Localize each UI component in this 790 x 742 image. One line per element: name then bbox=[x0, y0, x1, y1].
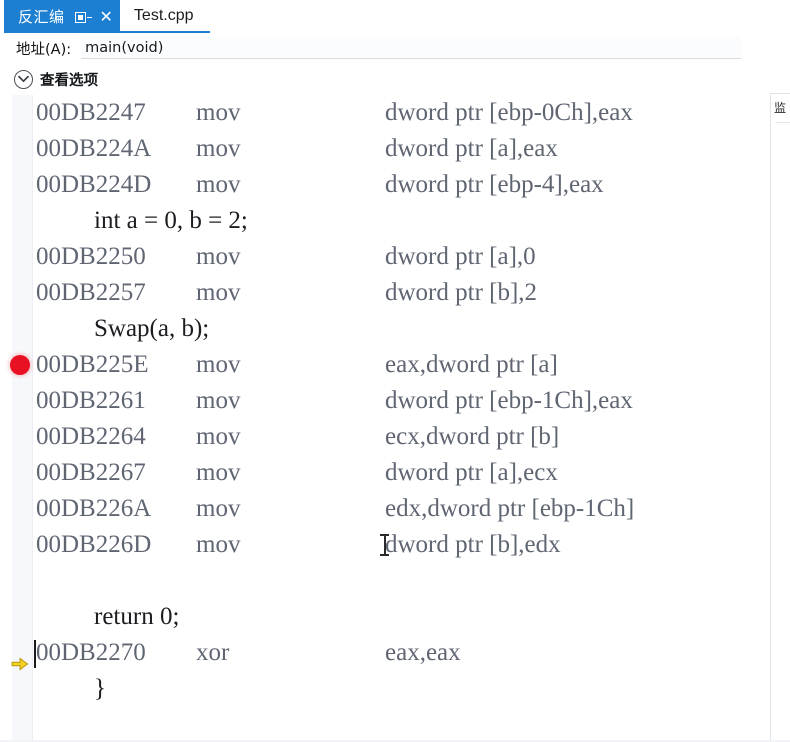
source-code-text: int a = 0, b = 2; bbox=[94, 207, 248, 234]
instruction-mnemonic: mov bbox=[196, 351, 241, 378]
instruction-pointer-icon[interactable] bbox=[11, 646, 29, 671]
instruction-address: 00DB2250 bbox=[36, 243, 146, 270]
instruction-operands: dword ptr [a],eax bbox=[385, 135, 558, 162]
code-line[interactable]: 00DB2264 mov ecx,dword ptr [b] bbox=[0, 419, 790, 455]
tab-strip-empty-area bbox=[210, 0, 790, 33]
address-label: 地址(A): bbox=[16, 41, 72, 58]
instruction-mnemonic: mov bbox=[196, 135, 241, 162]
view-options-label: 查看选项 bbox=[40, 72, 98, 89]
view-options-row[interactable]: 查看选项 bbox=[0, 63, 790, 95]
instruction-operands: dword ptr [b],edx bbox=[385, 531, 561, 558]
instruction-mnemonic: mov bbox=[196, 495, 241, 522]
code-line[interactable]: 00DB2250 mov dword ptr [a],0 bbox=[0, 239, 790, 275]
close-icon[interactable]: ✕ bbox=[100, 8, 113, 25]
instruction-mnemonic: mov bbox=[196, 531, 241, 558]
code-line[interactable]: return 0; bbox=[0, 599, 790, 635]
source-code-text: Swap(a, b); bbox=[94, 315, 210, 342]
instruction-mnemonic: mov bbox=[196, 279, 241, 306]
instruction-operands: dword ptr [ebp-1Ch],eax bbox=[385, 387, 633, 414]
code-line[interactable]: 00DB226D mov dword ptr [b],edx bbox=[0, 527, 790, 563]
instruction-operands: dword ptr [ebp-4],eax bbox=[385, 171, 604, 198]
instruction-address: 00DB226A bbox=[36, 495, 152, 522]
instruction-address: 00DB2270 bbox=[36, 639, 146, 666]
breakpoint-icon[interactable] bbox=[10, 355, 30, 375]
tab-test-cpp[interactable]: Test.cpp bbox=[119, 0, 210, 33]
code-line[interactable] bbox=[0, 563, 790, 599]
code-line[interactable]: 00DB224A mov dword ptr [a],eax bbox=[0, 131, 790, 167]
code-line[interactable]: 00DB224D mov dword ptr [ebp-4],eax bbox=[0, 167, 790, 203]
instruction-operands: eax,dword ptr [a] bbox=[385, 351, 558, 378]
instruction-address: 00DB2257 bbox=[36, 279, 146, 306]
instruction-mnemonic: mov bbox=[196, 171, 241, 198]
watch-panel-tab-label[interactable]: 监 bbox=[774, 99, 786, 116]
code-line[interactable]: 00DB2267 mov dword ptr [a],ecx bbox=[0, 455, 790, 491]
address-row: 地址(A): bbox=[0, 33, 790, 63]
instruction-mnemonic: mov bbox=[196, 387, 241, 414]
instruction-address: 00DB2261 bbox=[36, 387, 146, 414]
chevron-down-circle-icon[interactable] bbox=[14, 69, 33, 89]
instruction-address: 00DB225E bbox=[36, 351, 149, 378]
instruction-address: 00DB224D bbox=[36, 171, 152, 198]
instruction-address: 00DB2247 bbox=[36, 99, 146, 126]
code-line[interactable]: Swap(a, b); bbox=[0, 311, 790, 347]
disassembly-code-pane[interactable]: 00DB2247 mov dword ptr [ebp-0Ch],eax 00DB22… bbox=[0, 95, 790, 742]
instruction-address: 00DB224A bbox=[36, 135, 152, 162]
tab-strip: 反汇编 ✕ Test.cpp bbox=[0, 0, 790, 33]
instruction-operands: dword ptr [a],0 bbox=[385, 243, 536, 270]
mouse-ibeam-cursor bbox=[380, 533, 389, 557]
instruction-operands: dword ptr [ebp-0Ch],eax bbox=[385, 99, 633, 126]
instruction-operands: ecx,dword ptr [b] bbox=[385, 423, 560, 450]
code-line[interactable]: } bbox=[0, 671, 790, 707]
instruction-operands: edx,dword ptr [ebp-1Ch] bbox=[385, 495, 635, 522]
source-code-text: return 0; bbox=[94, 603, 180, 630]
code-line[interactable]: 00DB2257 mov dword ptr [b],2 bbox=[0, 275, 790, 311]
code-line-list: 00DB2247 mov dword ptr [ebp-0Ch],eax 00DB22… bbox=[0, 95, 790, 707]
instruction-address: 00DB2267 bbox=[36, 459, 146, 486]
instruction-address: 00DB2264 bbox=[36, 423, 146, 450]
code-line[interactable]: 00DB225E mov eax,dword ptr [a] bbox=[0, 347, 790, 383]
code-line[interactable]: 00DB2270 xor eax,eax bbox=[0, 635, 790, 671]
watch-panel[interactable]: 监 bbox=[770, 93, 790, 742]
code-line[interactable]: 00DB2247 mov dword ptr [ebp-0Ch],eax bbox=[0, 95, 790, 131]
instruction-mnemonic: mov bbox=[196, 423, 241, 450]
tab-disassembly[interactable]: 反汇编 ✕ bbox=[4, 0, 120, 33]
pin-icon[interactable] bbox=[74, 10, 92, 24]
instruction-address: 00DB226D bbox=[36, 531, 152, 558]
tab-disassembly-label: 反汇编 bbox=[18, 9, 65, 26]
watch-panel-divider bbox=[775, 122, 790, 123]
instruction-operands: dword ptr [b],2 bbox=[385, 279, 538, 306]
instruction-mnemonic: mov bbox=[196, 99, 241, 126]
source-code-text: } bbox=[94, 675, 106, 702]
instruction-operands: eax,eax bbox=[385, 639, 461, 666]
code-line[interactable]: 00DB2261 mov dword ptr [ebp-1Ch],eax bbox=[0, 383, 790, 419]
instruction-mnemonic: xor bbox=[196, 639, 230, 666]
instruction-mnemonic: mov bbox=[196, 459, 241, 486]
instruction-mnemonic: mov bbox=[196, 243, 241, 270]
address-input[interactable] bbox=[81, 37, 742, 59]
tab-test-cpp-label: Test.cpp bbox=[133, 6, 194, 24]
instruction-operands: dword ptr [a],ecx bbox=[385, 459, 558, 486]
code-line[interactable]: 00DB226A mov edx,dword ptr [ebp-1Ch] bbox=[0, 491, 790, 527]
code-line[interactable]: int a = 0, b = 2; bbox=[0, 203, 790, 239]
